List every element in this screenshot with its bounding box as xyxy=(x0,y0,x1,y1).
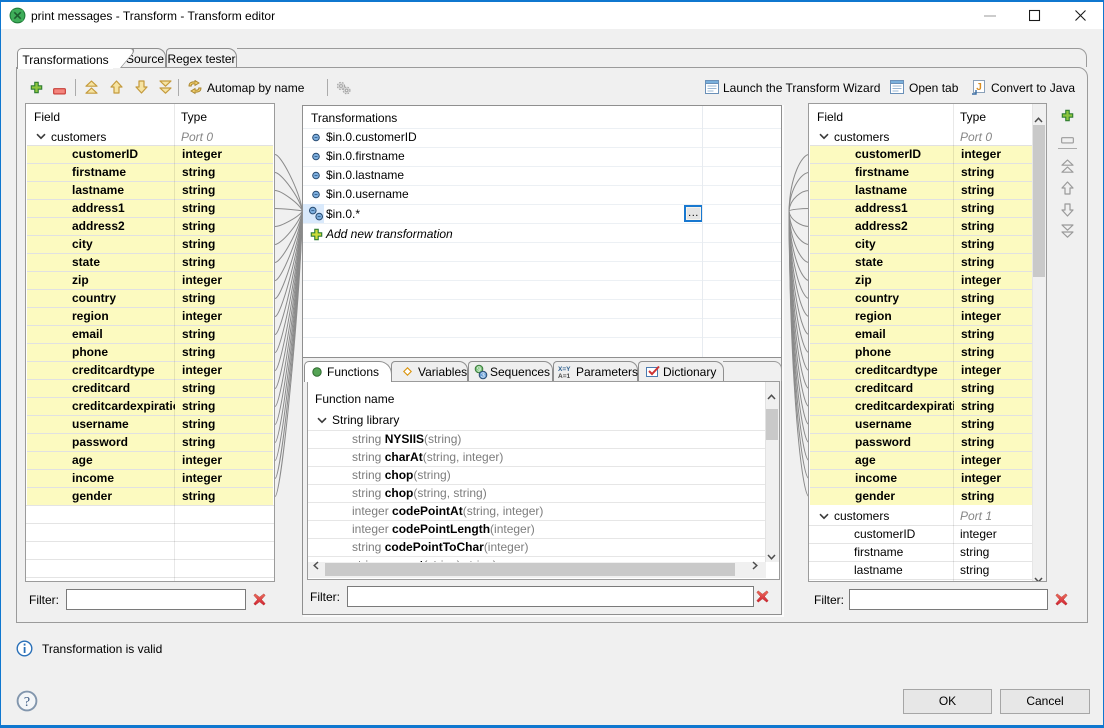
svg-text:X=Y: X=Y xyxy=(558,366,571,373)
svg-text:A=1: A=1 xyxy=(558,373,570,379)
svg-text:3: 3 xyxy=(481,373,485,380)
svg-text:J: J xyxy=(976,82,982,93)
svg-text:?: ? xyxy=(24,695,30,710)
